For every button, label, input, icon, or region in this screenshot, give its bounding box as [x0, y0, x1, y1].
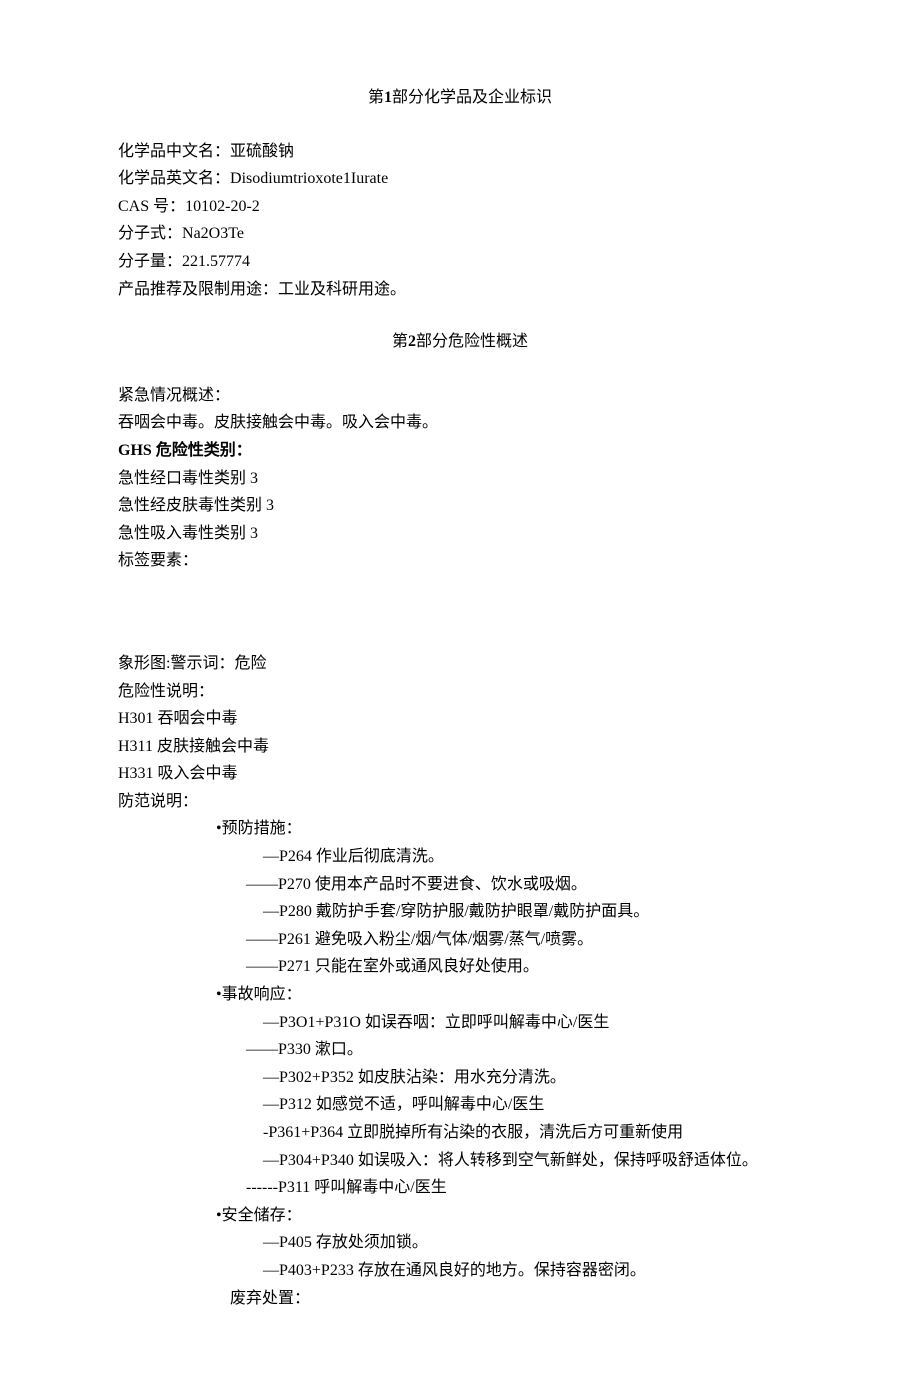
p311: ------P311 呼叫解毒中心/医生	[118, 1175, 802, 1201]
p312: —P312 如感觉不适，呼叫解毒中心/医生	[118, 1092, 802, 1118]
hazard-statement-label: 危险性说明：	[118, 679, 802, 705]
pictogram-signal: 象形图:警示词：危险	[118, 651, 802, 677]
ghs-cat-3: 急性吸入毒性类别 3	[118, 521, 802, 547]
ghs-cat-2: 急性经皮肤毒性类别 3	[118, 493, 802, 519]
ghs-cat-1: 急性经口毒性类别 3	[118, 466, 802, 492]
p301: —P3O1+P31O 如误吞咽：立即呼叫解毒中心/医生	[118, 1010, 802, 1036]
label-elements: 标签要素：	[118, 548, 802, 574]
title-num: 1	[384, 89, 392, 106]
ghs-label: GHS 危险性类别：	[118, 438, 802, 464]
cas-number: CAS 号：10102-20-2	[118, 194, 802, 220]
label: 分子量：	[118, 253, 182, 270]
value: 10102-20-2	[185, 198, 260, 215]
p270: ——P270 使用本产品时不要进食、饮水或吸烟。	[118, 872, 802, 898]
response-header: •事故响应：	[118, 982, 802, 1008]
value: 亚硫酸钠	[230, 143, 294, 160]
p302: —P302+P352 如皮肤沾染：用水充分清洗。	[118, 1065, 802, 1091]
prevention-header: •预防措施：	[118, 816, 802, 842]
emergency-label: 紧急情况概述：	[118, 383, 802, 409]
p261: ——P261 避免吸入粉尘/烟/气体/烟雾/蒸气/喷雾。	[118, 927, 802, 953]
molecular-weight: 分子量：221.57774	[118, 249, 802, 275]
label: 化学品中文名：	[118, 143, 230, 160]
label: 产品推荐及限制用途：	[118, 281, 278, 298]
disposal-header: 废弃处置：	[118, 1286, 802, 1312]
label: CAS 号：	[118, 198, 185, 215]
molecular-formula: 分子式：Na2O3Te	[118, 221, 802, 247]
section1-title: 第1部分化学品及企业标识	[118, 85, 802, 111]
title-suffix: 部分危险性概述	[416, 333, 528, 350]
p280: —P280 戴防护手套/穿防护服/戴防护眼罩/戴防护面具。	[118, 899, 802, 925]
chem-name-cn: 化学品中文名：亚硫酸钠	[118, 139, 802, 165]
p405: —P405 存放处须加锁。	[118, 1230, 802, 1256]
spacer	[118, 576, 802, 601]
spacer	[118, 601, 802, 626]
value: 221.57774	[182, 253, 250, 270]
chem-name-en: 化学品英文名：Disodiumtrioxote1Iurate	[118, 166, 802, 192]
value: 工业及科研用途。	[278, 281, 406, 298]
p361: -P361+P364 立即脱掉所有沾染的衣服，清洗后方可重新使用	[118, 1120, 802, 1146]
spacer	[118, 304, 802, 329]
precaution-label: 防范说明：	[118, 789, 802, 815]
p330: ——P330 漱口。	[118, 1037, 802, 1063]
value: Na2O3Te	[182, 225, 244, 242]
value: Disodiumtrioxote1Iurate	[230, 170, 388, 187]
p304: —P304+P340 如误吸入：将人转移到空气新鲜处，保持呼吸舒适体位。	[118, 1148, 802, 1174]
h331: H331 吸入会中毒	[118, 761, 802, 787]
title-prefix: 第	[392, 333, 408, 350]
p271: ——P271 只能在室外或通风良好处使用。	[118, 954, 802, 980]
p264: —P264 作业后彻底清洗。	[118, 844, 802, 870]
p403: —P403+P233 存放在通风良好的地方。保持容器密闭。	[118, 1258, 802, 1284]
recommended-use: 产品推荐及限制用途：工业及科研用途。	[118, 277, 802, 303]
document-page: 第1部分化学品及企业标识 化学品中文名：亚硫酸钠 化学品英文名：Disodium…	[0, 0, 920, 1373]
section2-title: 第2部分危险性概述	[118, 329, 802, 355]
emergency-text: 吞咽会中毒。皮肤接触会中毒。吸入会中毒。	[118, 410, 802, 436]
title-num: 2	[408, 333, 416, 350]
title-prefix: 第	[368, 89, 384, 106]
label: 化学品英文名：	[118, 170, 230, 187]
label: 分子式：	[118, 225, 182, 242]
storage-header: •安全储存：	[118, 1203, 802, 1229]
h311: H311 皮肤接触会中毒	[118, 734, 802, 760]
spacer	[118, 626, 802, 651]
h301: H301 吞咽会中毒	[118, 706, 802, 732]
title-suffix: 部分化学品及企业标识	[392, 89, 552, 106]
